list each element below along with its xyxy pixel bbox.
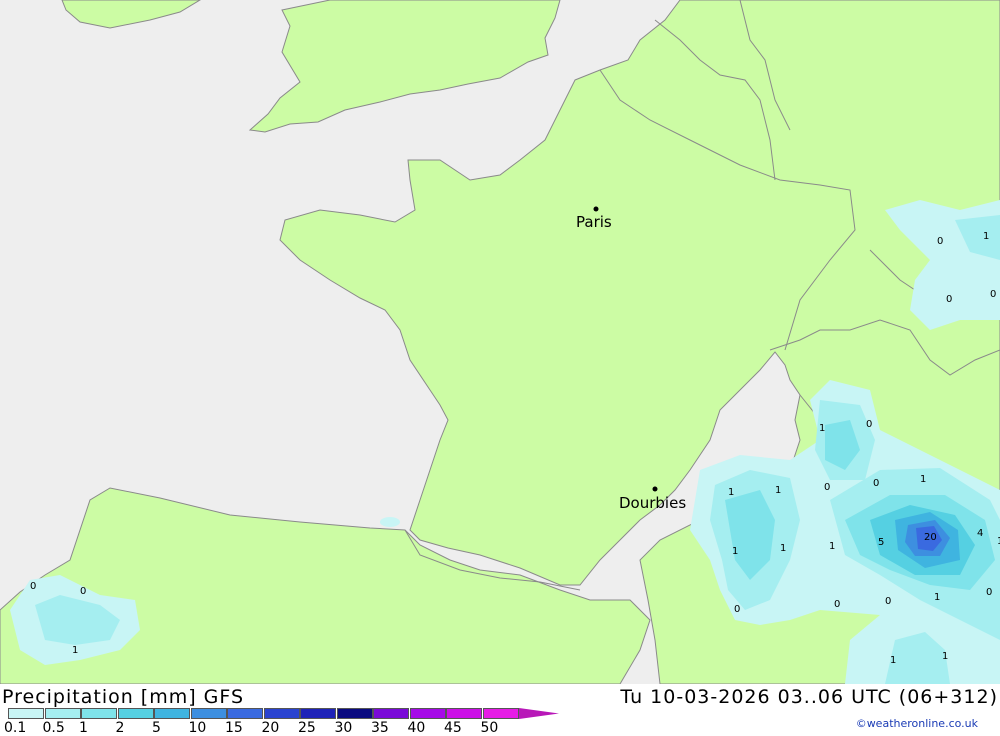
value-label: 0 <box>866 419 872 430</box>
legend-label: 25 <box>298 720 316 736</box>
map-title: Precipitation [mm] GFS <box>2 686 245 708</box>
value-label: 1 <box>732 546 738 557</box>
legend-swatch <box>263 708 300 719</box>
value-label: 5 <box>878 537 884 548</box>
value-label: 1 <box>72 645 78 656</box>
value-label: 0 <box>30 581 36 592</box>
footer: Precipitation [mm] GFS Tu 10-03-2026 03.… <box>0 684 1000 736</box>
precip-0.1 <box>380 517 400 527</box>
legend-swatch <box>300 708 336 719</box>
value-label: 1 <box>819 423 825 434</box>
legend-label: 0.1 <box>4 720 27 736</box>
city-label-paris: Paris <box>576 213 612 231</box>
value-label: 1 <box>942 651 948 662</box>
legend-swatch <box>409 708 446 719</box>
value-label: 1 <box>934 592 940 603</box>
value-label: 1 <box>780 543 786 554</box>
value-label: 0 <box>990 289 996 300</box>
legend-label: 2 <box>115 720 125 736</box>
value-label: 1 <box>829 541 835 552</box>
forecast-datetime: Tu 10-03-2026 03..06 UTC (06+312) <box>620 686 998 708</box>
legend-label: 20 <box>261 720 280 736</box>
value-label: 0 <box>873 478 879 489</box>
value-label: 1 <box>890 655 896 666</box>
legend-label: 50 <box>480 720 499 736</box>
legend-swatch <box>227 708 263 719</box>
value-label: 0 <box>885 596 891 607</box>
legend-swatch <box>336 708 373 719</box>
legend-swatch <box>81 708 117 719</box>
value-label: 0 <box>80 586 86 597</box>
legend-label: 45 <box>444 720 462 736</box>
legend-swatch <box>44 708 81 719</box>
legend-swatch <box>117 708 154 719</box>
legend-swatch <box>446 708 482 719</box>
value-label: 0 <box>834 599 840 610</box>
value-label: 0 <box>986 587 992 598</box>
legend-swatch <box>482 708 519 719</box>
legend-swatch <box>154 708 190 719</box>
legend-label: 35 <box>371 720 389 736</box>
legend-label: 40 <box>407 720 426 736</box>
value-label: 0 <box>946 294 952 305</box>
legend-label: 10 <box>188 720 207 736</box>
legend-label: 30 <box>334 720 353 736</box>
legend-swatch <box>519 708 559 719</box>
value-label: 1 <box>920 474 926 485</box>
value-label: 1 <box>728 487 734 498</box>
value-label: 4 <box>977 528 983 539</box>
credit-link[interactable]: ©weatheronline.co.uk <box>856 717 978 730</box>
value-label: 0 <box>734 604 740 615</box>
legend-swatch <box>190 708 227 719</box>
legend-label: 5 <box>152 720 161 736</box>
precipitation-map: Paris Dourbies 1 0 0 0 1 0 0 1 1 0 1 1 1… <box>0 0 1000 684</box>
legend-swatch <box>8 708 44 719</box>
value-label: 20 <box>924 532 937 543</box>
value-label: 0 <box>937 236 943 247</box>
value-label: 0 <box>824 482 830 493</box>
legend-label: 0.5 <box>42 720 65 736</box>
value-label: 1 <box>775 485 781 496</box>
value-label: 1 <box>983 231 989 242</box>
legend-swatch <box>373 708 409 719</box>
legend-label: 1 <box>79 720 88 736</box>
city-marker-dourbies <box>652 486 658 492</box>
city-label-dourbies: Dourbies <box>619 494 686 512</box>
city-marker-paris <box>593 206 599 212</box>
legend-label: 15 <box>225 720 243 736</box>
